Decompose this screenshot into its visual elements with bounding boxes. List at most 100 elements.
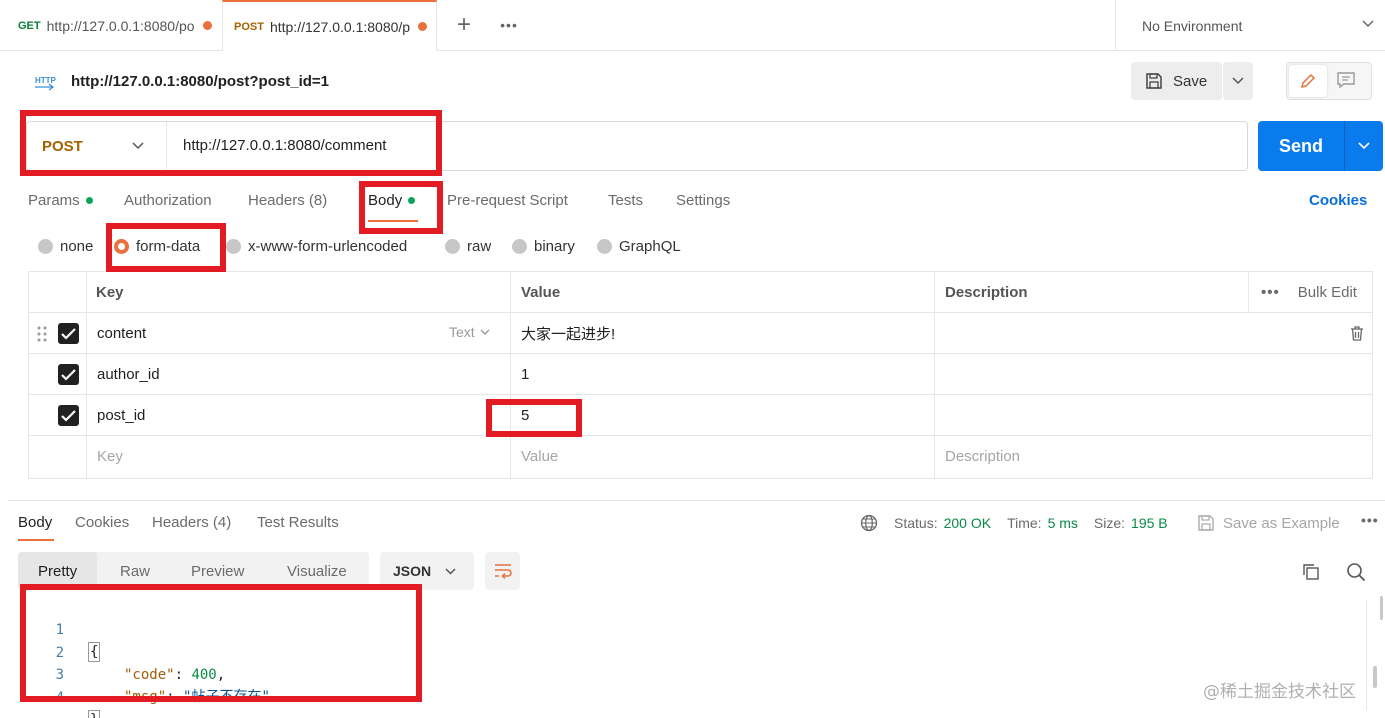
checkmark-icon xyxy=(61,369,76,381)
scroll-track xyxy=(1366,600,1367,710)
active-tab-underline xyxy=(368,220,418,222)
json-value-msg: "帖子不存在" xyxy=(183,689,270,705)
save-label: Save xyxy=(1173,72,1208,90)
form-data-table: Key Value Description ••• Bulk Edit cont… xyxy=(28,271,1373,479)
format-selector[interactable]: JSON xyxy=(380,552,474,590)
wrap-lines-button[interactable] xyxy=(485,552,520,590)
tab-body[interactable]: Body xyxy=(368,192,416,209)
pencil-icon xyxy=(1300,73,1316,89)
radio-none[interactable]: none xyxy=(38,238,93,255)
bulk-edit-link[interactable]: Bulk Edit xyxy=(1298,284,1357,301)
save-button[interactable]: Save xyxy=(1131,62,1222,100)
save-options-button[interactable] xyxy=(1223,62,1253,100)
row-value[interactable]: 大家一起进步! xyxy=(521,313,615,354)
row-value[interactable]: 5 xyxy=(521,395,529,436)
tab-headers[interactable]: Headers (8) xyxy=(248,192,327,209)
method-selector[interactable]: POST xyxy=(27,122,167,170)
tab-settings[interactable]: Settings xyxy=(676,192,730,209)
view-pretty[interactable]: Pretty xyxy=(18,552,98,590)
request-tabs: Params Authorization Headers (8) Body Pr… xyxy=(0,182,1385,222)
send-options-button[interactable] xyxy=(1344,121,1383,171)
value-placeholder[interactable]: Value xyxy=(521,436,558,477)
scrollbar-thumb[interactable] xyxy=(1380,596,1383,620)
url-input[interactable] xyxy=(183,122,1223,170)
radio-form-data[interactable]: form-data xyxy=(114,238,200,255)
response-body-code[interactable]: 1 { 2 "code": 400, 3 "msg": "帖子不存在" 4 } xyxy=(28,596,1368,718)
scrollbar-thumb[interactable] xyxy=(1373,666,1377,688)
table-row: post_id 5 xyxy=(29,395,1372,436)
view-preview[interactable]: Preview xyxy=(191,552,244,590)
environment-selector[interactable]: No Environment xyxy=(1115,0,1385,51)
row-key[interactable]: post_id xyxy=(97,395,145,436)
chevron-down-icon xyxy=(1232,77,1244,85)
more-options-icon[interactable]: ••• xyxy=(1261,284,1280,301)
watermark: @稀土掘金技术社区 xyxy=(1203,682,1356,702)
tab-authorization[interactable]: Authorization xyxy=(124,192,212,209)
send-button[interactable]: Send xyxy=(1258,121,1344,171)
row-checkbox[interactable] xyxy=(58,364,79,385)
tab-tests[interactable]: Tests xyxy=(608,192,643,209)
request-title[interactable]: http://127.0.0.1:8080/post?post_id=1 xyxy=(71,73,329,90)
status-value[interactable]: 200 OK xyxy=(944,515,991,531)
view-visualize[interactable]: Visualize xyxy=(287,552,347,590)
response-tab-headers[interactable]: Headers (4) xyxy=(152,514,231,531)
cookies-link[interactable]: Cookies xyxy=(1309,192,1367,209)
pane-divider[interactable] xyxy=(8,500,1385,501)
wrap-lines-icon xyxy=(495,564,512,580)
view-raw[interactable]: Raw xyxy=(120,552,150,590)
row-checkbox[interactable] xyxy=(58,405,79,426)
request-tab-post[interactable]: POST http://127.0.0.1:8080/p xyxy=(222,0,437,51)
row-value[interactable]: 1 xyxy=(521,354,529,395)
radio-circle xyxy=(512,239,527,254)
tab-method-post: POST xyxy=(234,20,264,33)
code-line: 3 "msg": "帖子不存在" xyxy=(28,642,428,705)
table-header-row: Key Value Description ••• Bulk Edit xyxy=(29,272,1372,313)
drag-handle-icon[interactable] xyxy=(37,326,47,342)
row-checkbox[interactable] xyxy=(58,323,79,344)
edit-mode-button[interactable] xyxy=(1289,65,1327,97)
copy-icon[interactable] xyxy=(1301,562,1321,582)
type-selector[interactable]: Text xyxy=(449,324,491,340)
radio-circle xyxy=(226,239,241,254)
response-status: Status: 200 OK Time: 5 ms Size: 195 B xyxy=(860,514,1184,532)
chevron-down-icon xyxy=(132,142,144,150)
time-value[interactable]: 5 ms xyxy=(1048,515,1078,531)
key-placeholder[interactable]: Key xyxy=(97,436,123,477)
description-placeholder[interactable]: Description xyxy=(945,436,1020,477)
tab-params[interactable]: Params xyxy=(28,192,93,209)
save-as-example-button[interactable]: Save as Example xyxy=(1197,514,1340,532)
unsaved-dot-icon xyxy=(202,21,212,30)
globe-icon[interactable] xyxy=(860,514,878,532)
response-tabs: Body Cookies Headers (4) Test Results St… xyxy=(0,506,1385,541)
tab-prerequest-script[interactable]: Pre-request Script xyxy=(447,192,568,209)
url-bar: POST xyxy=(26,121,1248,171)
code-line: 4 } xyxy=(28,665,428,718)
new-tab-plus-icon[interactable]: + xyxy=(450,10,478,40)
radio-label: form-data xyxy=(136,238,201,255)
code-text: "msg": "帖子不存在" xyxy=(124,689,270,705)
comment-mode-button[interactable] xyxy=(1335,69,1357,94)
radio-graphql[interactable]: GraphQL xyxy=(597,238,681,255)
more-tabs-icon[interactable]: ••• xyxy=(496,10,522,40)
radio-x-www-form-urlencoded[interactable]: x-www-form-urlencoded xyxy=(226,238,407,255)
response-tab-body[interactable]: Body xyxy=(18,514,52,531)
code-text: } xyxy=(88,709,101,718)
chevron-down-icon xyxy=(480,329,490,335)
request-tab-get[interactable]: GET http://127.0.0.1:8080/po xyxy=(8,0,218,51)
active-dot-icon xyxy=(408,197,416,204)
row-key[interactable]: content xyxy=(97,313,146,354)
response-more-icon[interactable]: ••• xyxy=(1361,512,1379,528)
active-dot-icon xyxy=(85,197,93,204)
search-icon[interactable] xyxy=(1346,562,1366,582)
code-line: 2 "code": 400, xyxy=(28,620,428,683)
response-tab-cookies[interactable]: Cookies xyxy=(75,514,129,531)
response-tab-test-results[interactable]: Test Results xyxy=(257,514,339,531)
radio-raw[interactable]: raw xyxy=(445,238,491,255)
radio-binary[interactable]: binary xyxy=(512,238,575,255)
size-value[interactable]: 195 B xyxy=(1131,515,1168,531)
bulk-edit-area: ••• Bulk Edit xyxy=(1261,272,1357,313)
trash-icon[interactable] xyxy=(1349,325,1365,342)
row-key[interactable]: author_id xyxy=(97,354,160,395)
svg-text:HTTP: HTTP xyxy=(35,76,57,85)
tab-bar: GET http://127.0.0.1:8080/po POST http:/… xyxy=(0,0,1385,51)
